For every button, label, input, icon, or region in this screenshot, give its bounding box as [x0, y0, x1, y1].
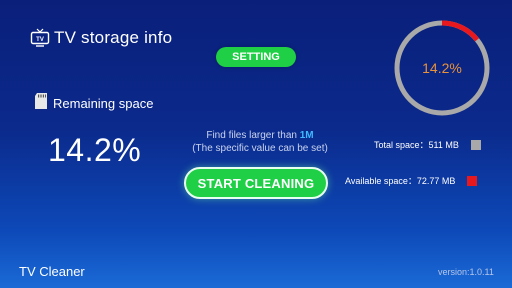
remaining-space-label: Remaining space	[53, 96, 154, 111]
page-title: TV storage info	[54, 28, 173, 47]
hint-line-1: Find files larger than 1M	[160, 129, 360, 142]
tv-icon: TV	[30, 28, 50, 48]
tv-icon-text: TV	[36, 37, 44, 43]
available-space-label: Available space：	[345, 176, 417, 186]
file-size-hint: Find files larger than 1M (The specific …	[160, 129, 360, 155]
remaining-percent: 14.2%	[48, 132, 142, 168]
start-cleaning-button[interactable]: START CLEANING	[184, 167, 328, 199]
version-label: version:1.0.11	[438, 267, 494, 277]
available-space-row: Available space： 72.77 MB	[345, 174, 478, 187]
ring-center-text: 14.2%	[422, 60, 462, 76]
hint-size-value: 1M	[299, 130, 314, 141]
total-space-label: Total space：	[374, 140, 429, 150]
total-space-value: 511 MB	[428, 139, 459, 150]
setting-button[interactable]: SETTING	[216, 47, 296, 67]
total-space-legend-swatch	[470, 139, 481, 150]
app-name: TV Cleaner	[19, 264, 85, 279]
hint-line-2: (The specific value can be set)	[192, 143, 328, 154]
header-title-row: TV TV storage info	[30, 28, 172, 48]
storage-ring-chart: 14.2%	[394, 20, 490, 116]
hint-prefix: Find files larger than	[206, 130, 300, 141]
remaining-space-row: Remaining space	[33, 92, 153, 115]
sd-card-icon	[33, 92, 49, 115]
available-space-value: 72.77 MB	[416, 175, 456, 186]
available-space-legend-swatch	[467, 175, 478, 186]
total-space-row: Total space： 511 MB	[374, 138, 481, 151]
